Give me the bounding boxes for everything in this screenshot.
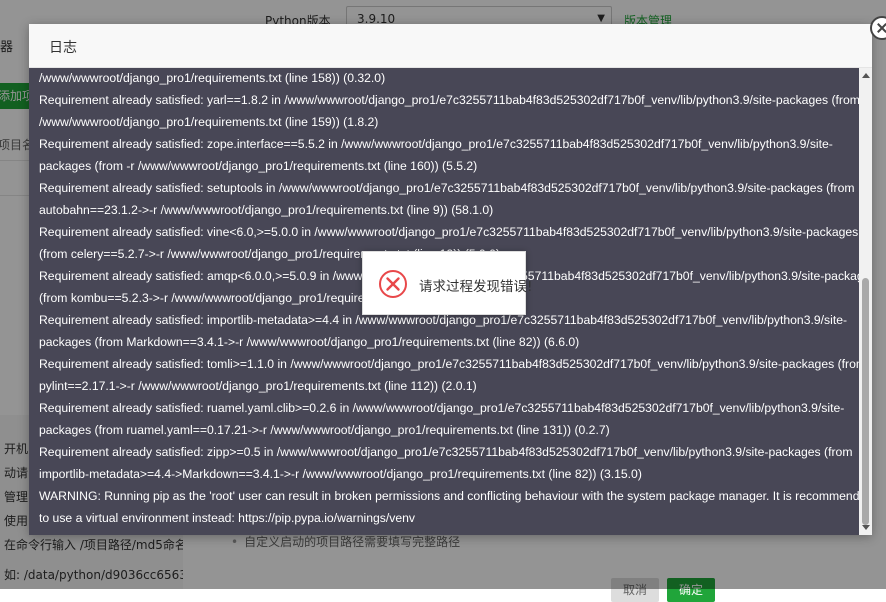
log-dialog-title: 日志 xyxy=(49,40,77,56)
log-dialog-header: 日志 xyxy=(29,24,872,68)
log-line: packages (from ruamel.yaml==0.17.21->-r … xyxy=(39,423,610,437)
log-line: /www/wwwroot/django_pro1/requirements.tx… xyxy=(39,115,379,129)
log-line: /www/wwwroot/django_pro1/requirements.tx… xyxy=(39,71,386,85)
error-message: 请求过程发现错误! xyxy=(419,279,533,295)
log-line: packages (from -r /www/wwwroot/django_pr… xyxy=(39,159,478,173)
log-line: Requirement already satisfied: setuptool… xyxy=(39,181,855,195)
log-scrollbar[interactable] xyxy=(859,68,872,535)
log-line: to use a virtual environment instead: ht… xyxy=(39,511,415,525)
log-line: Requirement already satisfied: zope.inte… xyxy=(39,137,833,151)
scroll-thumb[interactable] xyxy=(862,278,869,525)
log-line: WARNING: Running pip as the 'root' user … xyxy=(39,489,872,503)
scroll-down-arrow-icon[interactable] xyxy=(862,525,870,530)
error-toast: 请求过程发现错误! xyxy=(362,251,532,315)
log-line: packages (from Markdown==3.4.1->-r /www/… xyxy=(39,335,580,349)
log-line: importlib-metadata>=4.4->Markdown==3.4.1… xyxy=(39,467,642,481)
log-line: autobahn==23.1.2->-r /www/wwwroot/django… xyxy=(39,203,494,217)
log-line: pylint==2.17.1->-r /www/wwwroot/django_p… xyxy=(39,379,477,393)
log-line: Requirement already satisfied: tomli>=1.… xyxy=(39,357,867,371)
scroll-up-arrow-icon[interactable] xyxy=(862,73,870,78)
log-line: Requirement already satisfied: vine<6.0,… xyxy=(39,225,859,239)
log-line: Requirement already satisfied: ruamel.ya… xyxy=(39,401,845,415)
error-circle-icon xyxy=(379,270,407,298)
log-line: Requirement already satisfied: yarl==1.8… xyxy=(39,93,872,107)
log-line: Requirement already satisfied: zipp>=0.5… xyxy=(39,445,853,459)
